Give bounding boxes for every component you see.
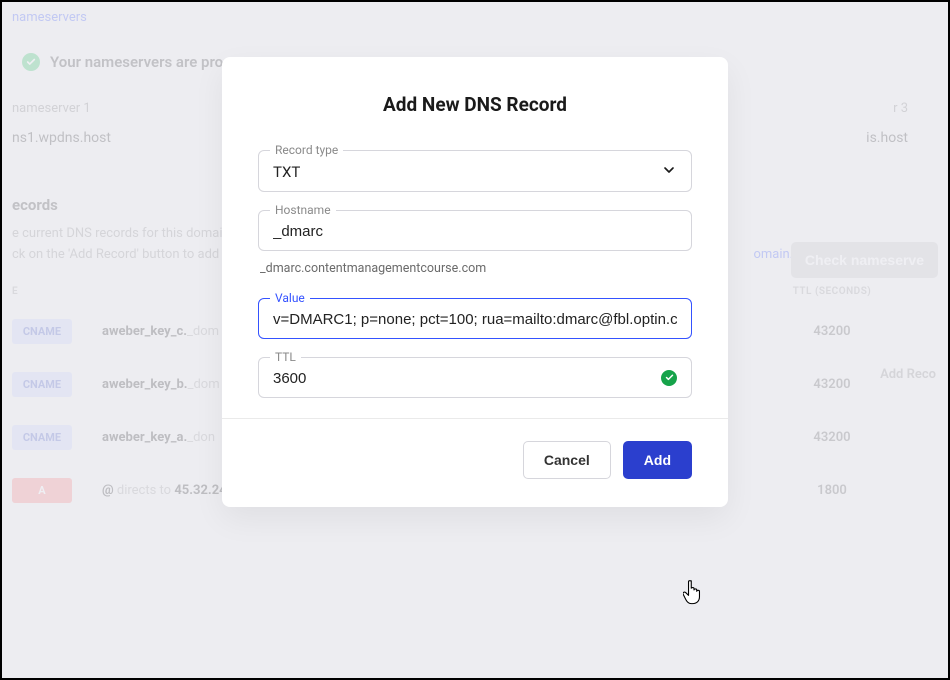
hostname-preview: _dmarc.contentmanagementcourse.com [260, 261, 692, 276]
record-type-select[interactable]: Record type TXT [258, 150, 692, 192]
value-input[interactable] [273, 307, 677, 328]
record-type-value: TXT [273, 159, 661, 181]
value-field[interactable]: Value [258, 298, 692, 339]
ttl-label: TTL [270, 350, 301, 364]
modal-title: Add New DNS Record [258, 93, 692, 116]
cancel-button[interactable]: Cancel [523, 441, 611, 479]
hostname-input[interactable] [273, 219, 677, 240]
value-label: Value [270, 291, 310, 305]
modal-actions: Cancel Add [258, 441, 692, 479]
ttl-field[interactable]: TTL [258, 357, 692, 398]
modal-divider [222, 418, 728, 419]
chevron-down-icon [661, 162, 677, 178]
ttl-input[interactable] [273, 366, 677, 387]
hostname-label: Hostname [270, 203, 336, 217]
record-type-label: Record type [270, 143, 343, 157]
add-button[interactable]: Add [623, 441, 692, 479]
add-dns-record-modal: Add New DNS Record Record type TXT Hostn… [222, 57, 728, 507]
check-circle-icon [661, 370, 677, 386]
hostname-field[interactable]: Hostname [258, 210, 692, 251]
